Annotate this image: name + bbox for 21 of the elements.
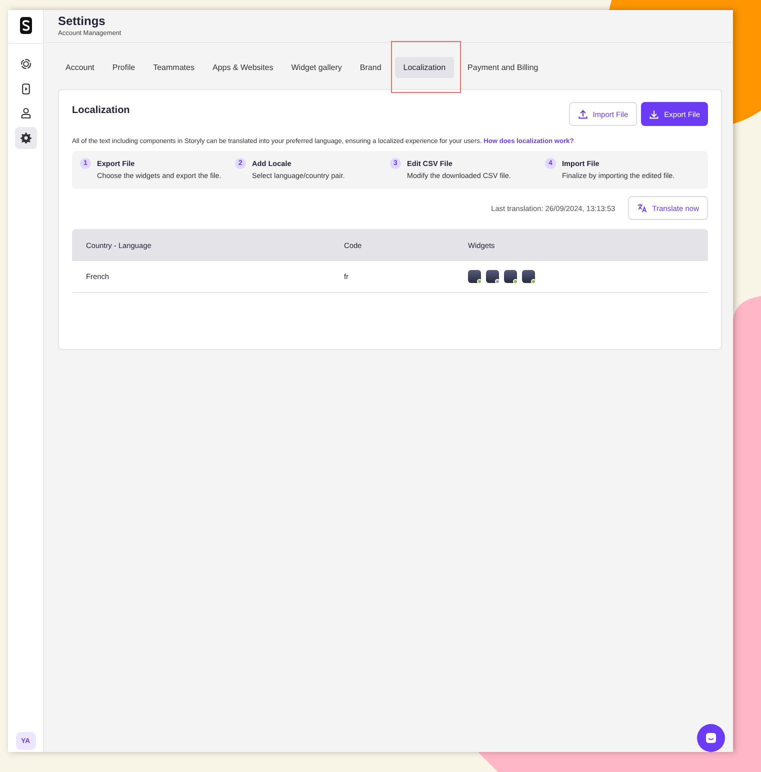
download-icon	[649, 109, 660, 119]
tab[interactable]: Apps & Websites	[204, 58, 281, 77]
tab[interactable]: Teammates	[146, 58, 202, 77]
tab[interactable]: Profile	[104, 58, 143, 77]
target-icon	[20, 58, 32, 70]
tab[interactable]: Account	[58, 58, 102, 77]
tab[interactable]: Payment and Billing	[460, 58, 546, 77]
user-icon	[20, 107, 32, 119]
page-title: Settings	[58, 14, 106, 28]
settings-icon	[20, 132, 32, 144]
logo-icon[interactable]	[20, 17, 32, 34]
translate-icon	[637, 203, 648, 213]
chat-icon	[705, 732, 717, 744]
tab[interactable]: Brand	[352, 58, 389, 77]
tab[interactable]: Widget gallery	[284, 58, 350, 77]
card-title: Localization	[72, 105, 131, 116]
chat-button[interactable]	[697, 724, 725, 752]
sidebar-item[interactable]	[14, 126, 36, 148]
play-icon	[20, 82, 32, 94]
tab[interactable]: Localization	[394, 57, 454, 78]
upload-icon	[578, 109, 588, 119]
